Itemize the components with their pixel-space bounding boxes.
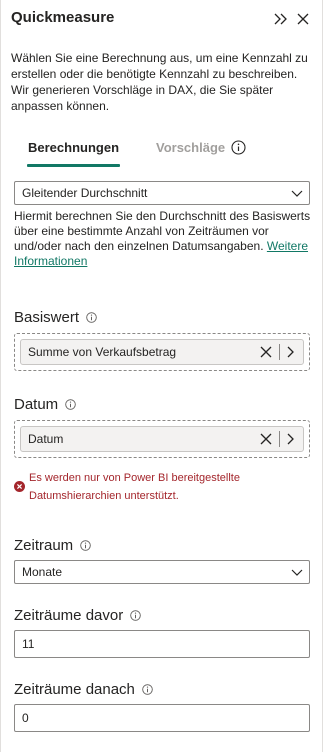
chevron-down-icon [291,190,303,197]
davor-input[interactable] [14,630,310,658]
info-icon[interactable] [130,610,141,621]
datum-label-text: Datum [14,396,59,413]
zeitraum-label-text: Zeitraum [14,537,74,554]
chevron-right-icon[interactable] [287,346,295,358]
tab-vorschlaege[interactable]: Vorschläge [156,140,246,155]
calculation-select-value: Gleitender Durchschnitt [22,186,148,200]
zeitraum-label: Zeitraum [14,537,91,554]
double-chevron-right-icon[interactable] [272,9,290,29]
info-icon[interactable] [80,540,91,551]
close-icon[interactable] [294,9,312,29]
pane-header: Quickmeasure [11,9,312,31]
tab-label: Berechnungen [28,140,120,155]
pane-title: Quickmeasure [11,9,115,26]
pill-divider [279,431,280,447]
pill-divider [279,344,280,360]
danach-input[interactable] [14,704,310,732]
info-icon[interactable] [86,312,97,323]
davor-label: Zeiträume davor [14,607,141,624]
basiswert-label-text: Basiswert [14,309,80,326]
basiswert-field-name: Summe von Verkaufsbetrag [28,345,177,359]
danach-label: Zeiträume danach [14,681,153,698]
chevron-down-icon [291,569,303,576]
basiswert-drop-well[interactable]: Summe von Verkaufsbetrag [14,333,310,371]
intro-text: Wählen Sie eine Berechnung aus, um eine … [11,51,308,113]
zeitraum-select[interactable]: Monate [14,560,310,584]
quickmeasure-pane: Quickmeasure Wählen Sie eine Berechnung … [0,0,323,752]
tab-label: Vorschläge [156,140,226,155]
calculation-select[interactable]: Gleitender Durchschnitt [14,181,310,205]
info-icon[interactable] [142,684,153,695]
active-tab-indicator [27,164,120,167]
error-circle-icon [14,481,25,492]
davor-label-text: Zeiträume davor [14,607,124,624]
datum-field-pill[interactable]: Datum [20,426,304,452]
error-message: Es werden nur von Power BI bereitgestell… [14,469,312,505]
basiswert-label: Basiswert [14,309,97,326]
tab-berechnungen[interactable]: Berechnungen [27,140,120,167]
chevron-right-icon[interactable] [287,433,295,445]
info-icon[interactable] [65,399,76,410]
error-text: Es werden nur von Power BI bereitgestell… [29,472,240,502]
remove-field-icon[interactable] [260,433,272,445]
danach-label-text: Zeiträume danach [14,681,135,698]
calculation-description: Hiermit berechnen Sie den Durchschnitt d… [14,209,312,269]
info-icon [231,140,246,155]
basiswert-field-pill[interactable]: Summe von Verkaufsbetrag [20,339,304,365]
remove-field-icon[interactable] [260,346,272,358]
calculation-description-text: Hiermit berechnen Sie den Durchschnitt d… [14,209,311,253]
zeitraum-select-value: Monate [22,565,63,579]
datum-label: Datum [14,396,76,413]
datum-field-name: Datum [28,432,64,446]
datum-drop-well[interactable]: Datum [14,420,310,458]
